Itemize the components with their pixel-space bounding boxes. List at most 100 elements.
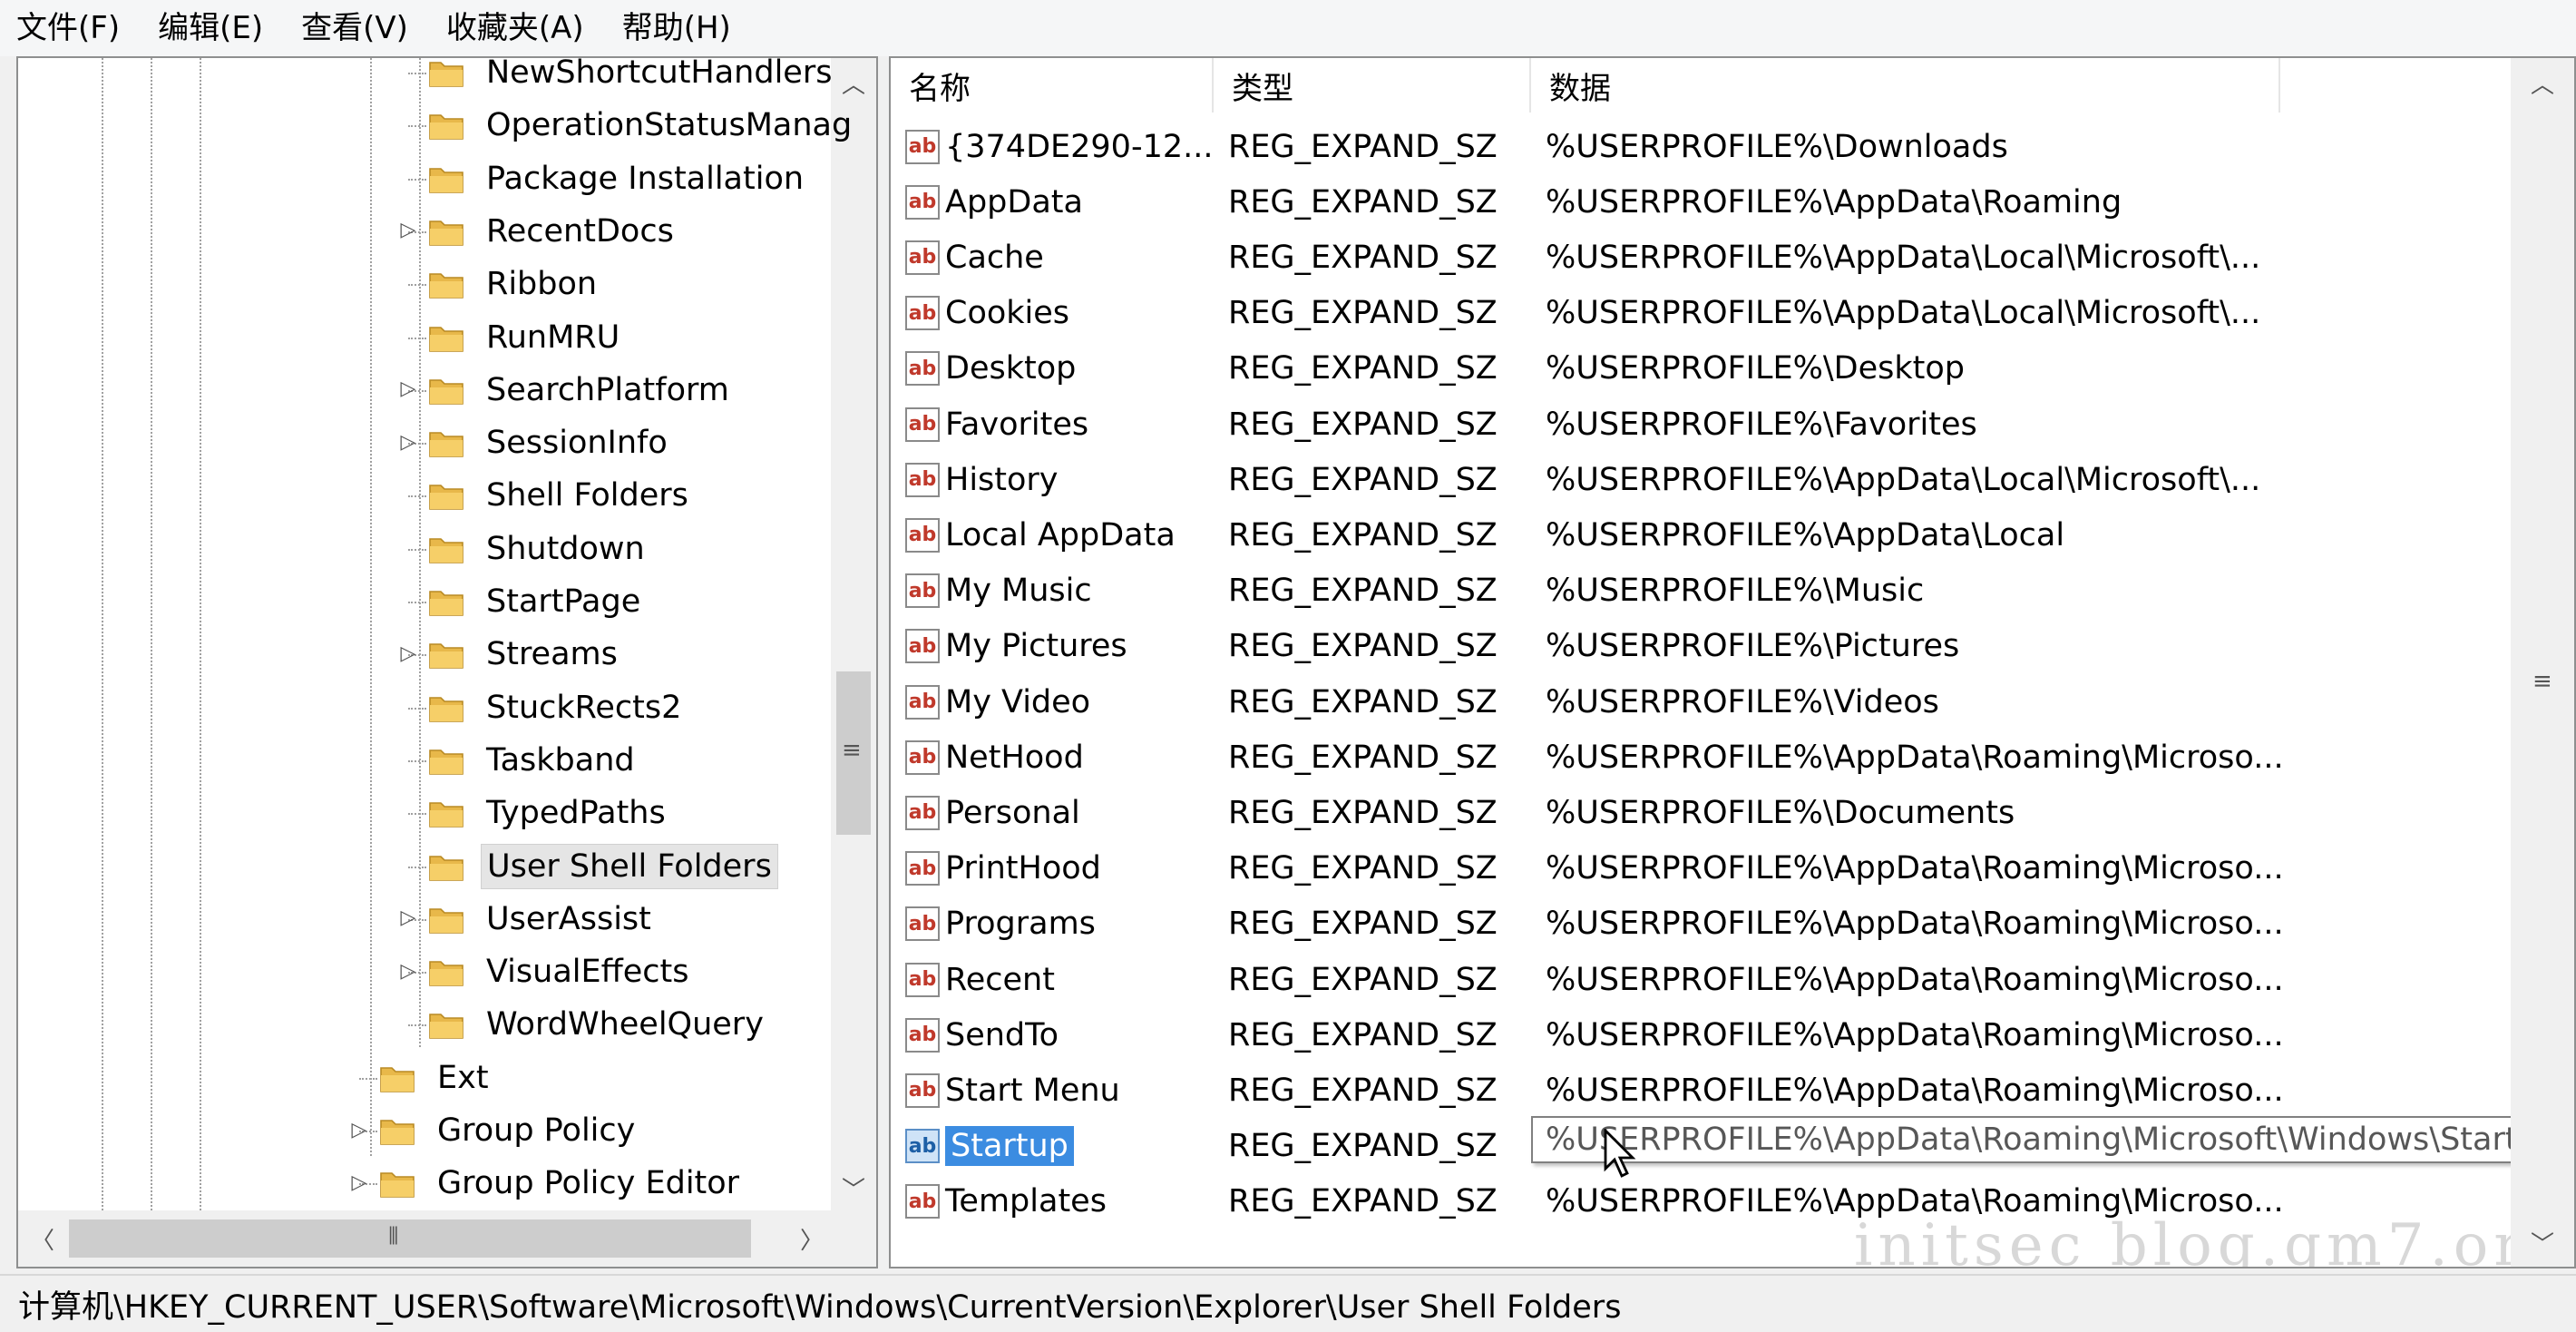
scroll-down-icon[interactable]: ﹀	[2522, 1221, 2563, 1263]
value-data: %USERPROFILE%\AppData\Roaming\Microso...	[1546, 906, 2284, 943]
tree-node[interactable]: UserAssist	[428, 894, 657, 945]
value-row[interactable]: ab Personal REG_EXPAND_SZ %USERPROFILE%\Doc…	[891, 785, 2505, 840]
tree-node[interactable]: Taskband	[428, 735, 640, 786]
value-name: Desktop	[945, 350, 1077, 387]
menu-item[interactable]: 文件(F)	[16, 0, 120, 56]
value-row[interactable]: ab My Video REG_EXPAND_SZ %USERPROFILE%\Vid…	[891, 674, 2505, 730]
scroll-right-icon[interactable]: 〉	[791, 1218, 833, 1259]
tree-guide-line	[370, 58, 372, 1156]
column-header-type[interactable]: 类型	[1214, 58, 1531, 113]
value-row[interactable]: ab AppData REG_EXPAND_SZ %USERPROFILE%\AppD…	[891, 174, 2505, 230]
tree-node[interactable]: VisualEffects	[428, 946, 694, 997]
tree-guide-line	[408, 125, 426, 128]
tree-guide-line	[200, 58, 201, 1210]
folder-icon	[379, 1115, 415, 1146]
value-row[interactable]: ab My Music REG_EXPAND_SZ %USERPROFILE%\Mus…	[891, 563, 2505, 619]
folder-icon	[428, 851, 464, 882]
value-row[interactable]: ab PrintHood REG_EXPAND_SZ %USERPROFILE%\Ap…	[891, 841, 2505, 896]
value-row[interactable]: ab Favorites REG_EXPAND_SZ %USERPROFILE%\Fa…	[891, 397, 2505, 452]
tree-node[interactable]: SessionInfo	[428, 417, 673, 468]
tree-node[interactable]: Streams	[428, 629, 623, 680]
tree-hscroll-thumb[interactable]	[69, 1219, 751, 1258]
tree-node[interactable]: User Shell Folders	[428, 841, 778, 892]
tree-node[interactable]: TypedPaths	[428, 788, 671, 838]
tree-guide-line	[408, 73, 426, 74]
value-type: REG_EXPAND_SZ	[1228, 739, 1498, 776]
tree-node-label: Taskband	[486, 741, 635, 779]
tree-node[interactable]: NewShortcutHandlers	[428, 58, 837, 98]
ab-string-icon: ab	[905, 851, 940, 886]
value-type: REG_EXPAND_SZ	[1228, 850, 1498, 887]
menu-item[interactable]: 查看(V)	[301, 0, 408, 56]
value-row[interactable]: ab SendTo REG_EXPAND_SZ %USERPROFILE%\AppDa…	[891, 1007, 2505, 1063]
menu-item[interactable]: 帮助(H)	[622, 0, 731, 56]
tree-vertical-scrollbar[interactable]: ︿ ≡ ﹀	[831, 58, 876, 1210]
value-row[interactable]: ab Start Menu REG_EXPAND_SZ %USERPROFILE%\A…	[891, 1063, 2505, 1118]
tree-node[interactable]: Shell Folders	[428, 470, 694, 521]
value-data: %USERPROFILE%\AppData\Local	[1546, 516, 2065, 553]
scroll-up-icon[interactable]: ︿	[833, 62, 874, 103]
column-header-data[interactable]: 数据	[1531, 58, 2280, 113]
tree-node[interactable]: Package Installation	[428, 153, 809, 204]
tree-node[interactable]: OperationStatusManag	[428, 100, 857, 151]
folder-icon	[428, 1009, 464, 1040]
tree-node[interactable]: Ribbon	[428, 259, 602, 309]
tree-node[interactable]: WordWheelQuery	[428, 999, 769, 1050]
value-row[interactable]: ab My Pictures REG_EXPAND_SZ %USERPROFILE%\…	[891, 619, 2505, 674]
tree-node-label: OperationStatusManag	[486, 107, 853, 144]
column-header-name[interactable]: 名称	[891, 58, 1214, 113]
value-row[interactable]: ab {374DE290-12... REG_EXPAND_SZ %USERPROFI…	[891, 119, 2505, 174]
tree-node[interactable]: StartPage	[428, 576, 646, 627]
expand-arrow-icon[interactable]: ▷	[399, 377, 417, 401]
scroll-up-icon[interactable]: ︿	[2522, 62, 2563, 103]
value-data: %USERPROFILE%\AppData\Roaming\Microso...	[1546, 961, 2284, 998]
folder-icon	[428, 798, 464, 828]
tree-node[interactable]: SearchPlatform	[428, 365, 735, 416]
menu-item[interactable]: 编辑(E)	[158, 0, 263, 56]
value-name-cell: ab Templates	[905, 1174, 1107, 1229]
tree-horizontal-scrollbar[interactable]: 〈 ⦀ 〉	[18, 1210, 876, 1267]
menu-item[interactable]: 收藏夹(A)	[446, 0, 584, 56]
tree-node[interactable]: RunMRU	[428, 312, 625, 363]
value-name: AppData	[945, 183, 1083, 220]
value-row[interactable]: ab Programs REG_EXPAND_SZ %USERPROFILE%\App…	[891, 896, 2505, 952]
folder-icon	[428, 216, 464, 247]
expand-arrow-icon[interactable]: ▷	[399, 959, 417, 983]
expand-arrow-icon[interactable]: ▷	[399, 906, 417, 930]
folder-icon	[428, 639, 464, 670]
tree-node[interactable]: Group Policy	[379, 1105, 640, 1156]
value-row[interactable]: ab Recent REG_EXPAND_SZ %USERPROFILE%\AppDa…	[891, 952, 2505, 1007]
tree-node-label: SessionInfo	[486, 425, 668, 462]
registry-tree[interactable]: ︿ ≡ ﹀ 〈 ⦀ 〉 NewShortcutHandlers Operation…	[16, 56, 878, 1268]
tree-node[interactable]: Shutdown	[428, 524, 650, 574]
value-name: PrintHood	[945, 850, 1101, 887]
ab-string-icon: ab	[905, 296, 940, 331]
value-row[interactable]: ab Cookies REG_EXPAND_SZ %USERPROFILE%\AppD…	[891, 286, 2505, 341]
value-name-cell: ab Personal	[905, 785, 1080, 840]
value-name-cell: ab My Music	[905, 563, 1092, 619]
value-row[interactable]: ab Local AppData REG_EXPAND_SZ %USERPROFILE…	[891, 507, 2505, 563]
value-row[interactable]: ab Cache REG_EXPAND_SZ %USERPROFILE%\AppDat…	[891, 230, 2505, 285]
value-row[interactable]: ab History REG_EXPAND_SZ %USERPROFILE%\AppD…	[891, 452, 2505, 507]
tree-node-label: User Shell Folders	[481, 843, 778, 889]
scroll-left-icon[interactable]: 〈	[22, 1218, 63, 1259]
expand-arrow-icon[interactable]: ▷	[399, 642, 417, 665]
expand-arrow-icon[interactable]: ▷	[350, 1118, 368, 1141]
value-name: Start Menu	[945, 1072, 1120, 1109]
value-row[interactable]: ab NetHood REG_EXPAND_SZ %USERPROFILE%\AppD…	[891, 730, 2505, 785]
expand-arrow-icon[interactable]: ▷	[399, 219, 417, 242]
tree-node[interactable]: StuckRects2	[428, 682, 687, 733]
ab-string-icon: ab	[905, 629, 940, 664]
expand-arrow-icon[interactable]: ▷	[399, 430, 417, 454]
registry-values[interactable]: 名称 类型 数据 ab {374DE290-12... REG_EXPAND_SZ%…	[889, 56, 2576, 1268]
value-row[interactable]: ab Desktop REG_EXPAND_SZ %USERPROFILE%\Desk…	[891, 341, 2505, 397]
tree-node[interactable]: Ext	[379, 1053, 494, 1103]
expand-arrow-icon[interactable]: ▷	[350, 1170, 368, 1194]
tree-node[interactable]: Group Policy Editor	[379, 1158, 745, 1209]
scroll-down-icon[interactable]: ﹀	[833, 1167, 874, 1209]
tree-node[interactable]: RecentDocs	[428, 206, 679, 257]
values-vertical-scrollbar[interactable]: ︿ ≡ ﹀	[2511, 58, 2574, 1267]
mouse-cursor-icon	[1604, 1129, 1636, 1178]
value-name-cell: ab Local AppData	[905, 507, 1176, 563]
value-name: My Pictures	[945, 628, 1127, 665]
